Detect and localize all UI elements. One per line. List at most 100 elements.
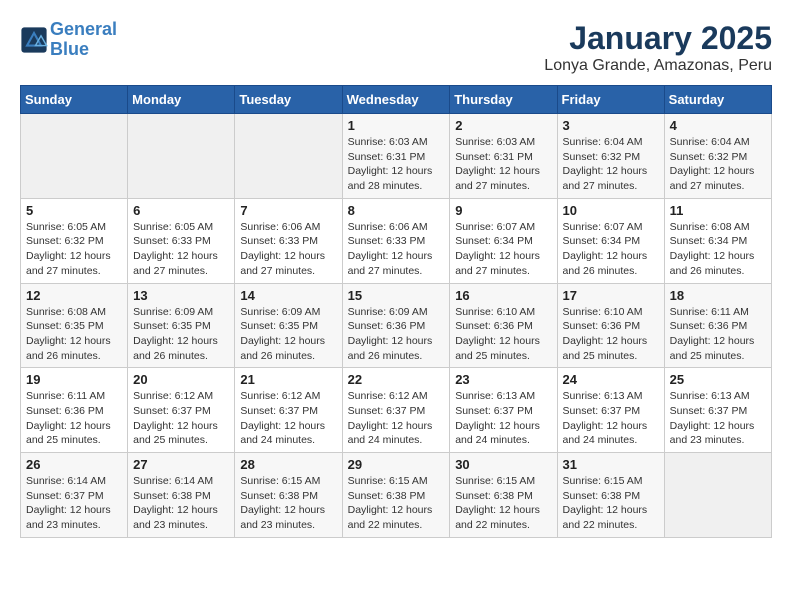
day-number: 4 xyxy=(670,118,766,133)
day-number: 8 xyxy=(348,203,445,218)
calendar-cell: 6 Sunrise: 6:05 AM Sunset: 6:33 PM Daylig… xyxy=(128,198,235,283)
day-number: 7 xyxy=(240,203,336,218)
day-number: 12 xyxy=(26,288,122,303)
calendar-cell xyxy=(664,453,771,538)
day-info: Sunrise: 6:14 AM Sunset: 6:38 PM Dayligh… xyxy=(133,474,229,533)
calendar-cell: 14 Sunrise: 6:09 AM Sunset: 6:35 PM Dayli… xyxy=(235,283,342,368)
calendar-week-row: 5 Sunrise: 6:05 AM Sunset: 6:32 PM Daylig… xyxy=(21,198,772,283)
logo-text: General Blue xyxy=(50,20,117,60)
day-number: 19 xyxy=(26,372,122,387)
logo-icon xyxy=(20,26,48,54)
day-info: Sunrise: 6:11 AM Sunset: 6:36 PM Dayligh… xyxy=(26,389,122,448)
calendar-cell: 1Sunrise: 6:03 AM Sunset: 6:31 PM Daylig… xyxy=(342,114,450,199)
weekday-header-monday: Monday xyxy=(128,86,235,114)
day-number: 28 xyxy=(240,457,336,472)
day-number: 6 xyxy=(133,203,229,218)
title-block: January 2025 Lonya Grande, Amazonas, Per… xyxy=(544,20,772,75)
calendar-cell: 17Sunrise: 6:10 AM Sunset: 6:36 PM Dayli… xyxy=(557,283,664,368)
calendar-cell xyxy=(21,114,128,199)
page-header: General Blue January 2025 Lonya Grande, … xyxy=(20,20,772,75)
day-number: 23 xyxy=(455,372,551,387)
day-number: 27 xyxy=(133,457,229,472)
calendar-cell: 9Sunrise: 6:07 AM Sunset: 6:34 PM Daylig… xyxy=(450,198,557,283)
day-info: Sunrise: 6:09 AM Sunset: 6:36 PM Dayligh… xyxy=(348,305,445,364)
calendar-cell: 21 Sunrise: 6:12 AM Sunset: 6:37 PM Dayli… xyxy=(235,368,342,453)
calendar-cell: 28 Sunrise: 6:15 AM Sunset: 6:38 PM Dayli… xyxy=(235,453,342,538)
calendar-cell: 13 Sunrise: 6:09 AM Sunset: 6:35 PM Dayli… xyxy=(128,283,235,368)
day-info: Sunrise: 6:04 AM Sunset: 6:32 PM Dayligh… xyxy=(670,135,766,194)
calendar-cell: 22 Sunrise: 6:12 AM Sunset: 6:37 PM Dayli… xyxy=(342,368,450,453)
calendar-cell: 5 Sunrise: 6:05 AM Sunset: 6:32 PM Daylig… xyxy=(21,198,128,283)
day-info: Sunrise: 6:04 AM Sunset: 6:32 PM Dayligh… xyxy=(563,135,659,194)
logo: General Blue xyxy=(20,20,117,60)
day-number: 22 xyxy=(348,372,445,387)
day-info: Sunrise: 6:13 AM Sunset: 6:37 PM Dayligh… xyxy=(670,389,766,448)
calendar-week-row: 12Sunrise: 6:08 AM Sunset: 6:35 PM Dayli… xyxy=(21,283,772,368)
calendar-cell: 16 Sunrise: 6:10 AM Sunset: 6:36 PM Dayli… xyxy=(450,283,557,368)
day-info: Sunrise: 6:11 AM Sunset: 6:36 PM Dayligh… xyxy=(670,305,766,364)
calendar-cell xyxy=(235,114,342,199)
day-info: Sunrise: 6:15 AM Sunset: 6:38 PM Dayligh… xyxy=(563,474,659,533)
calendar-cell: 19 Sunrise: 6:11 AM Sunset: 6:36 PM Dayli… xyxy=(21,368,128,453)
day-info: Sunrise: 6:13 AM Sunset: 6:37 PM Dayligh… xyxy=(563,389,659,448)
day-info: Sunrise: 6:12 AM Sunset: 6:37 PM Dayligh… xyxy=(240,389,336,448)
day-info: Sunrise: 6:15 AM Sunset: 6:38 PM Dayligh… xyxy=(348,474,445,533)
day-number: 15 xyxy=(348,288,445,303)
day-number: 13 xyxy=(133,288,229,303)
day-number: 18 xyxy=(670,288,766,303)
weekday-header-tuesday: Tuesday xyxy=(235,86,342,114)
day-number: 21 xyxy=(240,372,336,387)
day-info: Sunrise: 6:06 AM Sunset: 6:33 PM Dayligh… xyxy=(348,220,445,279)
day-number: 14 xyxy=(240,288,336,303)
day-info: Sunrise: 6:03 AM Sunset: 6:31 PM Dayligh… xyxy=(348,135,445,194)
day-number: 17 xyxy=(563,288,659,303)
day-number: 10 xyxy=(563,203,659,218)
calendar-cell: 20 Sunrise: 6:12 AM Sunset: 6:37 PM Dayli… xyxy=(128,368,235,453)
day-number: 25 xyxy=(670,372,766,387)
day-info: Sunrise: 6:05 AM Sunset: 6:33 PM Dayligh… xyxy=(133,220,229,279)
calendar-week-row: 26 Sunrise: 6:14 AM Sunset: 6:37 PM Dayli… xyxy=(21,453,772,538)
weekday-header-row: SundayMondayTuesdayWednesdayThursdayFrid… xyxy=(21,86,772,114)
day-number: 11 xyxy=(670,203,766,218)
calendar-cell: 18 Sunrise: 6:11 AM Sunset: 6:36 PM Dayli… xyxy=(664,283,771,368)
day-info: Sunrise: 6:07 AM Sunset: 6:34 PM Dayligh… xyxy=(563,220,659,279)
calendar-cell: 29 Sunrise: 6:15 AM Sunset: 6:38 PM Dayli… xyxy=(342,453,450,538)
calendar-cell: 31Sunrise: 6:15 AM Sunset: 6:38 PM Dayli… xyxy=(557,453,664,538)
calendar-cell: 2Sunrise: 6:03 AM Sunset: 6:31 PM Daylig… xyxy=(450,114,557,199)
weekday-header-friday: Friday xyxy=(557,86,664,114)
day-info: Sunrise: 6:12 AM Sunset: 6:37 PM Dayligh… xyxy=(133,389,229,448)
day-info: Sunrise: 6:15 AM Sunset: 6:38 PM Dayligh… xyxy=(240,474,336,533)
day-info: Sunrise: 6:10 AM Sunset: 6:36 PM Dayligh… xyxy=(455,305,551,364)
calendar-cell: 27 Sunrise: 6:14 AM Sunset: 6:38 PM Dayli… xyxy=(128,453,235,538)
calendar-cell: 15 Sunrise: 6:09 AM Sunset: 6:36 PM Dayli… xyxy=(342,283,450,368)
day-number: 16 xyxy=(455,288,551,303)
day-info: Sunrise: 6:12 AM Sunset: 6:37 PM Dayligh… xyxy=(348,389,445,448)
weekday-header-sunday: Sunday xyxy=(21,86,128,114)
day-info: Sunrise: 6:14 AM Sunset: 6:37 PM Dayligh… xyxy=(26,474,122,533)
day-number: 20 xyxy=(133,372,229,387)
calendar-cell: 8 Sunrise: 6:06 AM Sunset: 6:33 PM Daylig… xyxy=(342,198,450,283)
weekday-header-wednesday: Wednesday xyxy=(342,86,450,114)
calendar-cell: 7 Sunrise: 6:06 AM Sunset: 6:33 PM Daylig… xyxy=(235,198,342,283)
day-number: 30 xyxy=(455,457,551,472)
day-info: Sunrise: 6:15 AM Sunset: 6:38 PM Dayligh… xyxy=(455,474,551,533)
calendar-cell: 25 Sunrise: 6:13 AM Sunset: 6:37 PM Dayli… xyxy=(664,368,771,453)
calendar-cell: 30 Sunrise: 6:15 AM Sunset: 6:38 PM Dayli… xyxy=(450,453,557,538)
calendar-cell: 23 Sunrise: 6:13 AM Sunset: 6:37 PM Dayli… xyxy=(450,368,557,453)
day-info: Sunrise: 6:03 AM Sunset: 6:31 PM Dayligh… xyxy=(455,135,551,194)
day-info: Sunrise: 6:09 AM Sunset: 6:35 PM Dayligh… xyxy=(240,305,336,364)
day-number: 5 xyxy=(26,203,122,218)
day-info: Sunrise: 6:07 AM Sunset: 6:34 PM Dayligh… xyxy=(455,220,551,279)
day-number: 26 xyxy=(26,457,122,472)
calendar-cell xyxy=(128,114,235,199)
day-info: Sunrise: 6:13 AM Sunset: 6:37 PM Dayligh… xyxy=(455,389,551,448)
weekday-header-thursday: Thursday xyxy=(450,86,557,114)
day-info: Sunrise: 6:06 AM Sunset: 6:33 PM Dayligh… xyxy=(240,220,336,279)
day-number: 29 xyxy=(348,457,445,472)
day-info: Sunrise: 6:09 AM Sunset: 6:35 PM Dayligh… xyxy=(133,305,229,364)
day-number: 24 xyxy=(563,372,659,387)
calendar-week-row: 1Sunrise: 6:03 AM Sunset: 6:31 PM Daylig… xyxy=(21,114,772,199)
weekday-header-saturday: Saturday xyxy=(664,86,771,114)
day-info: Sunrise: 6:05 AM Sunset: 6:32 PM Dayligh… xyxy=(26,220,122,279)
calendar-title: January 2025 xyxy=(544,20,772,57)
